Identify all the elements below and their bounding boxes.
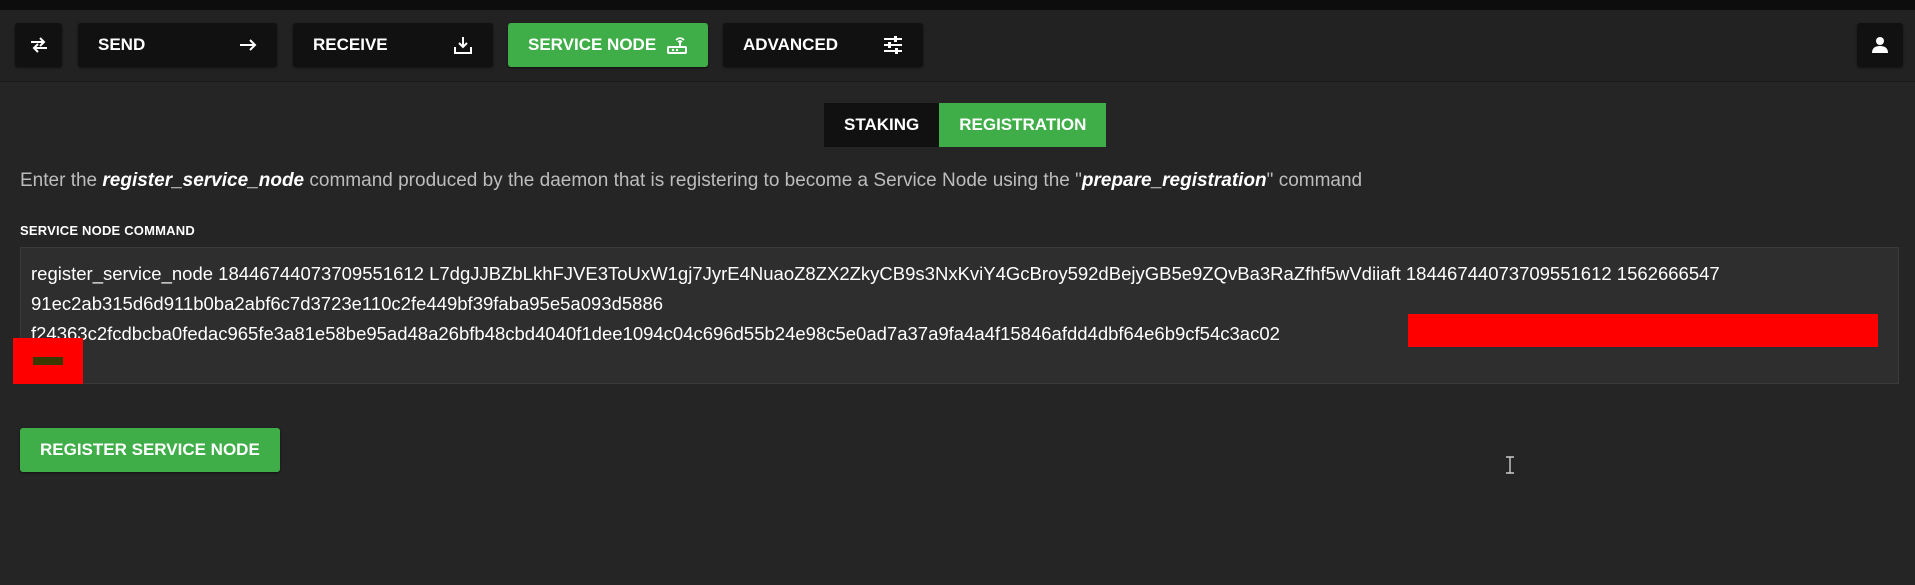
register-command-name: register_service_node xyxy=(102,170,305,191)
service-node-tabs: STAKING REGISTRATION xyxy=(824,103,1107,147)
swap-arrows-icon xyxy=(29,36,49,54)
user-icon xyxy=(1871,36,1889,54)
arrow-right-icon xyxy=(239,38,257,52)
register-service-node-button[interactable]: REGISTER SERVICE NODE xyxy=(20,428,280,472)
advanced-button[interactable]: ADVANCED xyxy=(723,23,923,67)
redaction-block xyxy=(1408,314,1878,347)
text-cursor-icon xyxy=(1506,456,1514,474)
receive-button[interactable]: RECEIVE xyxy=(293,23,493,67)
sliders-icon xyxy=(883,36,903,54)
service-node-command-label: SERVICE NODE COMMAND xyxy=(20,223,195,238)
service-node-label: SERVICE NODE xyxy=(528,35,657,54)
send-label: SEND xyxy=(98,35,146,54)
window-top-strip xyxy=(0,0,1915,10)
advanced-label: ADVANCED xyxy=(743,35,839,54)
swap-button[interactable] xyxy=(15,23,62,67)
tab-staking[interactable]: STAKING xyxy=(824,103,940,147)
instructions-text: Enter the register_service_node command … xyxy=(20,170,1900,192)
send-button[interactable]: SEND xyxy=(78,23,277,67)
service-node-button[interactable]: SERVICE NODE xyxy=(508,23,708,67)
top-toolbar: SEND RECEIVE SERVICE NODE ADVANCED xyxy=(0,10,1915,82)
command-line: register_service_node 184467440737095516… xyxy=(31,263,1720,284)
receive-label: RECEIVE xyxy=(313,35,388,54)
prepare-command-name: prepare_registration xyxy=(1081,170,1267,191)
router-icon xyxy=(666,35,688,55)
instructions-part: command produced by the daemon that is r… xyxy=(304,170,1082,191)
account-button[interactable] xyxy=(1857,23,1903,67)
instructions-part: " command xyxy=(1266,170,1363,191)
tab-registration[interactable]: REGISTRATION xyxy=(939,103,1107,147)
instructions-part: Enter the xyxy=(20,170,103,191)
redaction-block xyxy=(13,338,83,384)
download-icon xyxy=(453,35,473,55)
